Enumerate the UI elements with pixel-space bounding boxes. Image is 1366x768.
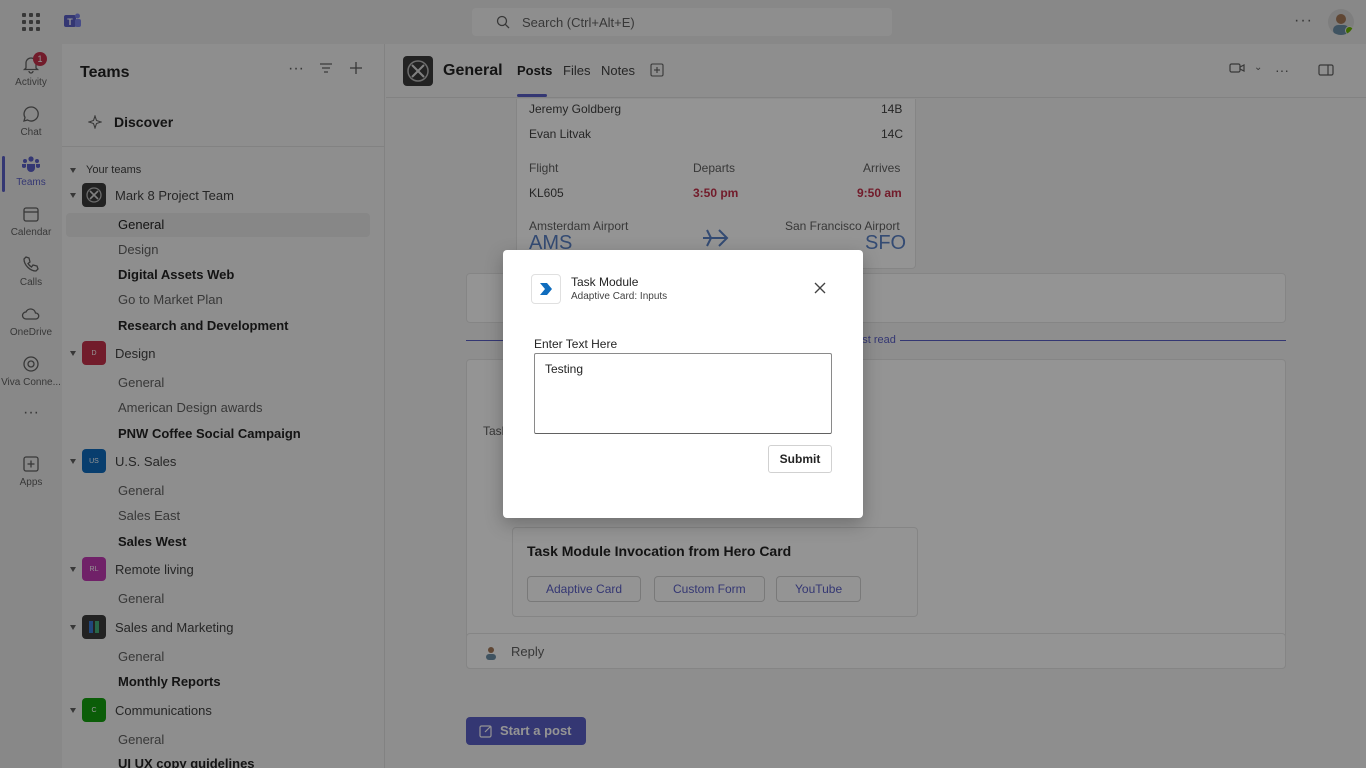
text-field-label: Enter Text Here — [534, 337, 618, 351]
dialog-subtitle: Adaptive Card: Inputs — [571, 291, 668, 302]
text-input[interactable]: Testing — [534, 353, 832, 434]
close-icon[interactable] — [813, 281, 827, 295]
dialog-title: Task Module — [571, 275, 639, 289]
app-icon — [531, 274, 561, 304]
bot-app-icon — [540, 283, 552, 295]
submit-button[interactable]: Submit — [768, 445, 832, 473]
task-module-dialog: Task Module Adaptive Card: Inputs Enter … — [503, 250, 863, 518]
